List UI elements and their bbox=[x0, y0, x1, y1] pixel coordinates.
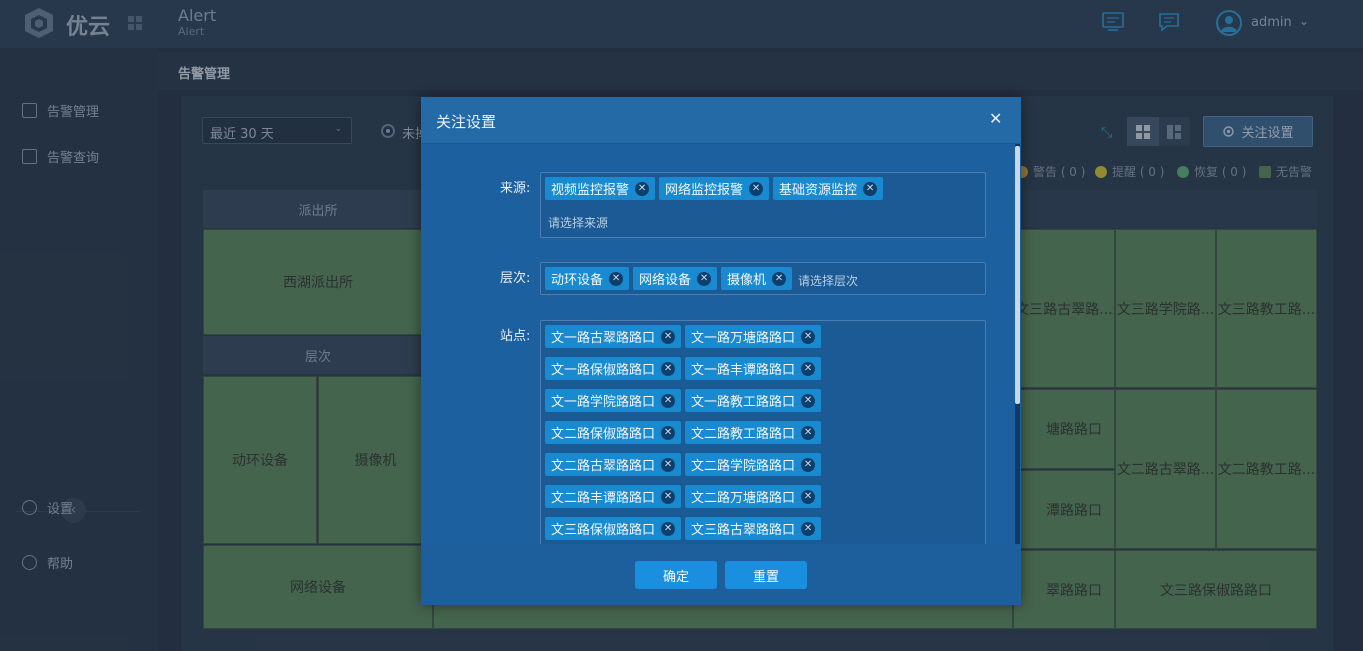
site-tag: 文二路古翠路路口 ✕ bbox=[545, 453, 682, 476]
follow-settings-dialog: 关注设置 ✕ 来源: 视频监控报警 ✕ 网络监控报警 ✕ 基础资源监控 ✕ 请选择来源… bbox=[421, 97, 1021, 605]
tag-label: 基础资源监控 bbox=[779, 183, 858, 198]
source-label: 来源: bbox=[500, 181, 531, 196]
remove-tag-icon[interactable]: ✕ bbox=[661, 489, 676, 504]
remove-tag-icon[interactable]: ✕ bbox=[801, 329, 816, 344]
remove-tag-icon[interactable]: ✕ bbox=[635, 181, 650, 196]
site-label: 站点: bbox=[500, 329, 531, 344]
level-tag: 摄像机 ✕ bbox=[721, 267, 793, 290]
dialog-scrollbar-thumb[interactable] bbox=[1015, 146, 1020, 404]
remove-tag-icon[interactable]: ✕ bbox=[801, 489, 816, 504]
tag-label: 文一路万塘路路口 bbox=[691, 331, 796, 346]
remove-tag-icon[interactable]: ✕ bbox=[661, 329, 676, 344]
tag-label: 文一路古翠路路口 bbox=[551, 331, 656, 346]
dialog-footer: 确定 重置 bbox=[421, 544, 1021, 605]
site-tag: 文一路古翠路路口 ✕ bbox=[545, 325, 682, 348]
level-tag: 网络设备 ✕ bbox=[633, 267, 718, 290]
tag-label: 文一路学院路路口 bbox=[551, 395, 656, 410]
site-tag: 文一路学院路路口 ✕ bbox=[545, 389, 682, 412]
site-tag: 文二路万塘路路口 ✕ bbox=[685, 485, 822, 508]
tag-label: 文二路丰谭路路口 bbox=[551, 491, 656, 506]
level-label: 层次: bbox=[500, 271, 531, 286]
source-tag: 基础资源监控 ✕ bbox=[773, 177, 884, 200]
dialog-header: 关注设置 ✕ bbox=[421, 97, 1021, 144]
site-tag: 文一路保俶路路口 ✕ bbox=[545, 357, 682, 380]
site-tag: 文一路丰谭路路口 ✕ bbox=[685, 357, 822, 380]
tag-label: 文三路保俶路路口 bbox=[551, 523, 656, 538]
source-multiselect[interactable]: 视频监控报警 ✕ 网络监控报警 ✕ 基础资源监控 ✕ 请选择来源 bbox=[540, 172, 986, 238]
level-multiselect[interactable]: 动环设备 ✕ 网络设备 ✕ 摄像机 ✕ 请选择层次 bbox=[540, 262, 986, 295]
source-tag: 网络监控报警 ✕ bbox=[659, 177, 770, 200]
remove-tag-icon[interactable]: ✕ bbox=[801, 457, 816, 472]
remove-tag-icon[interactable]: ✕ bbox=[863, 181, 878, 196]
tag-label: 摄像机 bbox=[727, 273, 767, 288]
tag-label: 文二路保俶路路口 bbox=[551, 427, 656, 442]
remove-tag-icon[interactable]: ✕ bbox=[661, 425, 676, 440]
tag-label: 文一路丰谭路路口 bbox=[691, 363, 796, 378]
site-tag: 文一路教工路路口 ✕ bbox=[685, 389, 822, 412]
remove-tag-icon[interactable]: ✕ bbox=[661, 361, 676, 376]
site-tag: 文二路丰谭路路口 ✕ bbox=[545, 485, 682, 508]
dialog-body: 来源: 视频监控报警 ✕ 网络监控报警 ✕ 基础资源监控 ✕ 请选择来源 层次: 动环… bbox=[421, 144, 1021, 546]
remove-tag-icon[interactable]: ✕ bbox=[661, 393, 676, 408]
tag-label: 文一路教工路路口 bbox=[691, 395, 796, 410]
site-tag: 文一路万塘路路口 ✕ bbox=[685, 325, 822, 348]
tag-label: 文二路万塘路路口 bbox=[691, 491, 796, 506]
reset-button[interactable]: 重置 bbox=[725, 561, 807, 589]
source-tag: 视频监控报警 ✕ bbox=[545, 177, 656, 200]
level-tag: 动环设备 ✕ bbox=[545, 267, 630, 290]
remove-tag-icon[interactable]: ✕ bbox=[609, 271, 624, 286]
remove-tag-icon[interactable]: ✕ bbox=[661, 457, 676, 472]
tag-label: 网络设备 bbox=[639, 273, 692, 288]
site-tag: 文二路教工路路口 ✕ bbox=[685, 421, 822, 444]
tag-label: 动环设备 bbox=[551, 273, 604, 288]
level-placeholder: 请选择层次 bbox=[798, 274, 859, 288]
tag-label: 文一路保俶路路口 bbox=[551, 363, 656, 378]
tag-label: 文二路教工路路口 bbox=[691, 427, 796, 442]
remove-tag-icon[interactable]: ✕ bbox=[661, 521, 676, 536]
tag-label: 文二路学院路路口 bbox=[691, 459, 796, 474]
dialog-title: 关注设置 bbox=[436, 113, 497, 131]
tag-label: 网络监控报警 bbox=[665, 183, 744, 198]
site-tag: 文三路保俶路路口 ✕ bbox=[545, 517, 682, 540]
close-icon[interactable]: ✕ bbox=[989, 109, 1002, 128]
site-tag: 文三路古翠路路口 ✕ bbox=[685, 517, 822, 540]
site-tag: 文二路学院路路口 ✕ bbox=[685, 453, 822, 476]
site-tag: 文二路保俶路路口 ✕ bbox=[545, 421, 682, 444]
confirm-button[interactable]: 确定 bbox=[635, 561, 717, 589]
source-placeholder: 请选择来源 bbox=[548, 216, 609, 230]
remove-tag-icon[interactable]: ✕ bbox=[801, 425, 816, 440]
remove-tag-icon[interactable]: ✕ bbox=[749, 181, 764, 196]
tag-label: 视频监控报警 bbox=[551, 183, 630, 198]
site-multiselect[interactable]: 文一路古翠路路口 ✕ 文一路万塘路路口 ✕ 文一路保俶路路口 ✕ 文一路丰谭路路口 ✕ … bbox=[540, 320, 986, 546]
remove-tag-icon[interactable]: ✕ bbox=[801, 393, 816, 408]
remove-tag-icon[interactable]: ✕ bbox=[772, 271, 787, 286]
tag-label: 文二路古翠路路口 bbox=[551, 459, 656, 474]
remove-tag-icon[interactable]: ✕ bbox=[697, 271, 712, 286]
tag-label: 文三路古翠路路口 bbox=[691, 523, 796, 538]
remove-tag-icon[interactable]: ✕ bbox=[801, 361, 816, 376]
remove-tag-icon[interactable]: ✕ bbox=[801, 521, 816, 536]
